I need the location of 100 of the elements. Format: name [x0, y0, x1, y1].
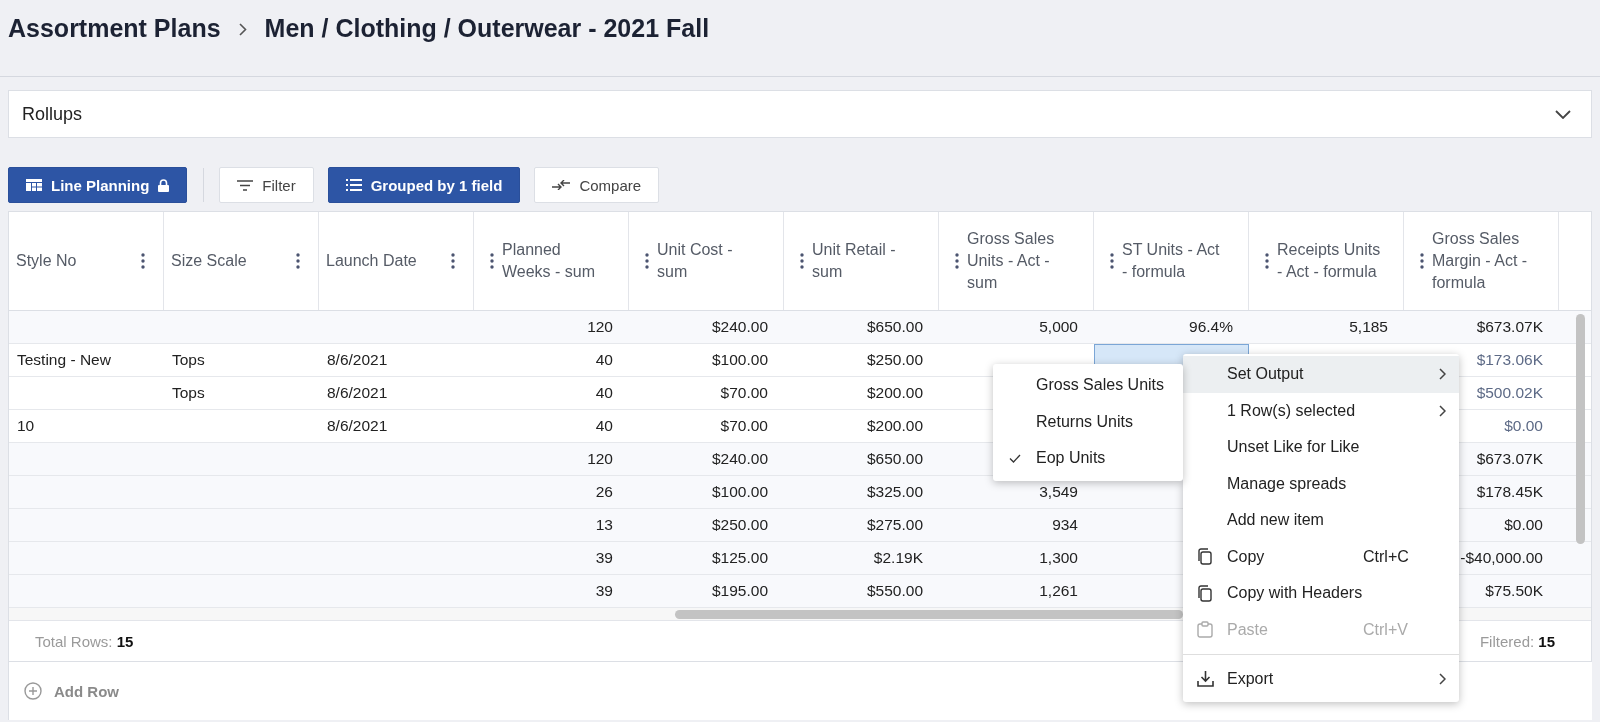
menu-item[interactable]: Copy with Headers — [1183, 575, 1459, 612]
column-header[interactable]: Planned Weeks - sum — [502, 239, 606, 283]
table-cell: 5,185 — [1349, 318, 1388, 336]
toolbar-button[interactable]: Compare — [534, 167, 660, 203]
paste-icon — [1197, 621, 1213, 639]
table-cell: 5,000 — [1039, 318, 1078, 336]
menu-item[interactable]: Returns Units — [993, 403, 1183, 440]
table-cell: $100.00 — [711, 483, 768, 501]
table-cell: 10 — [17, 417, 35, 435]
table-cell: $500.02K — [1476, 384, 1543, 402]
chevron-right-icon — [238, 23, 247, 36]
table-cell: $75.50K — [1485, 582, 1543, 600]
menu-item[interactable]: Gross Sales Units — [993, 367, 1183, 404]
table-cell: $250.00 — [711, 516, 768, 534]
table-cell: $240.00 — [711, 318, 768, 336]
chevron-right-icon — [1439, 673, 1446, 686]
table-cell: 96.4% — [1189, 318, 1233, 336]
table-cell: 8/6/2021 — [327, 384, 388, 402]
column-menu-icon[interactable] — [451, 253, 455, 269]
column-header[interactable]: Receipts Units - Act - formula — [1277, 239, 1381, 283]
table-cell: $275.00 — [866, 516, 923, 534]
column-header[interactable]: Launch Date — [326, 250, 417, 272]
table-cell: 1,300 — [1039, 549, 1078, 567]
table-cell: $70.00 — [720, 417, 768, 435]
table-cell: Tops — [172, 384, 205, 402]
vertical-scrollbar[interactable] — [1576, 314, 1585, 544]
column-menu-icon[interactable] — [1265, 253, 1269, 269]
table-cell: 8/6/2021 — [327, 351, 388, 369]
table-icon — [26, 179, 42, 191]
table-cell: 3,549 — [1039, 483, 1078, 501]
table-cell: $673.07K — [1476, 450, 1543, 468]
lock-icon — [158, 178, 170, 192]
compare-icon — [552, 180, 571, 190]
chevron-right-icon — [1439, 368, 1446, 381]
table-cell: $240.00 — [711, 450, 768, 468]
column-header[interactable]: ST Units - Act - formula — [1122, 239, 1226, 283]
table-cell: 1,261 — [1039, 582, 1078, 600]
chevron-right-icon — [1439, 404, 1446, 417]
toolbar-button[interactable]: Filter — [219, 167, 314, 203]
menu-item[interactable]: Export — [1183, 661, 1459, 698]
column-menu-icon[interactable] — [141, 253, 145, 269]
column-menu-icon[interactable] — [296, 253, 300, 269]
table-cell: $0.00 — [1504, 417, 1543, 435]
table-cell: 39 — [595, 549, 613, 567]
table-cell: 934 — [1052, 516, 1078, 534]
column-menu-icon[interactable] — [645, 253, 649, 269]
menu-item[interactable]: Add new item — [1183, 502, 1459, 539]
toolbar-button[interactable]: Line Planning — [8, 167, 188, 203]
table-cell: $2.19K — [873, 549, 923, 567]
table-cell: $70.00 — [720, 384, 768, 402]
plus-circle-icon — [24, 682, 42, 700]
column-header[interactable]: Unit Cost - sum — [657, 239, 761, 283]
download-icon — [1197, 671, 1214, 688]
table-cell: $100.00 — [711, 351, 768, 369]
table-cell: $178.45K — [1476, 483, 1543, 501]
column-menu-icon[interactable] — [800, 253, 804, 269]
copy-icon — [1197, 548, 1213, 566]
page-title: Men / Clothing / Outerwear - 2021 Fall — [264, 14, 710, 43]
rollups-panel[interactable]: Rollups — [8, 90, 1592, 138]
table-cell: Testing - New — [17, 351, 111, 369]
horizontal-scrollbar[interactable] — [675, 610, 1183, 619]
table-cell: $250.00 — [866, 351, 923, 369]
table-cell: 120 — [587, 450, 613, 468]
column-header[interactable]: Unit Retail - sum — [812, 239, 916, 283]
toolbar-button[interactable]: Grouped by 1 field — [327, 167, 521, 203]
table-cell: 26 — [595, 483, 613, 501]
breadcrumb-link[interactable]: Assortment Plans — [8, 14, 221, 43]
menu-item[interactable]: Manage spreads — [1183, 465, 1459, 502]
table-cell: $325.00 — [866, 483, 923, 501]
table-cell: $0.00 — [1504, 516, 1543, 534]
table-cell: $673.07K — [1476, 318, 1543, 336]
menu-item[interactable]: 1 Row(s) selected — [1183, 392, 1459, 429]
panel-title: Rollups — [22, 103, 83, 125]
table-cell: 40 — [595, 417, 613, 435]
menu-item[interactable]: Copy Ctrl+C — [1183, 538, 1459, 575]
table-cell: $650.00 — [866, 318, 923, 336]
table-cell: $173.06K — [1476, 351, 1543, 369]
table-cell: $650.00 — [866, 450, 923, 468]
column-menu-icon[interactable] — [490, 253, 494, 269]
table-cell: $125.00 — [711, 549, 768, 567]
column-menu-icon[interactable] — [1110, 253, 1114, 269]
table-cell: 40 — [595, 384, 613, 402]
column-menu-icon[interactable] — [955, 253, 959, 269]
total-rows-count: Total Rows: 15 — [35, 632, 134, 650]
filtered-count: Filtered: 15 — [1479, 632, 1555, 650]
table-cell: $200.00 — [866, 384, 923, 402]
column-header[interactable]: Style No — [16, 250, 77, 272]
copy-icon — [1197, 584, 1213, 602]
menu-item[interactable]: Eop Units — [993, 440, 1183, 477]
table-cell: 13 — [595, 516, 613, 534]
menu-item[interactable]: Unset Like for Like — [1183, 429, 1459, 466]
chevron-icon[interactable] — [1555, 109, 1571, 119]
table-cell: Tops — [172, 351, 205, 369]
column-menu-icon[interactable] — [1420, 253, 1424, 269]
column-header[interactable]: Gross Sales Units - Act - sum — [967, 228, 1071, 294]
menu-item[interactable]: Set Output — [1183, 356, 1459, 393]
column-header[interactable]: Gross Sales Margin - Act - formula — [1432, 228, 1536, 294]
table-cell: 8/6/2021 — [327, 417, 388, 435]
table-cell: $200.00 — [866, 417, 923, 435]
column-header[interactable]: Size Scale — [171, 250, 247, 272]
